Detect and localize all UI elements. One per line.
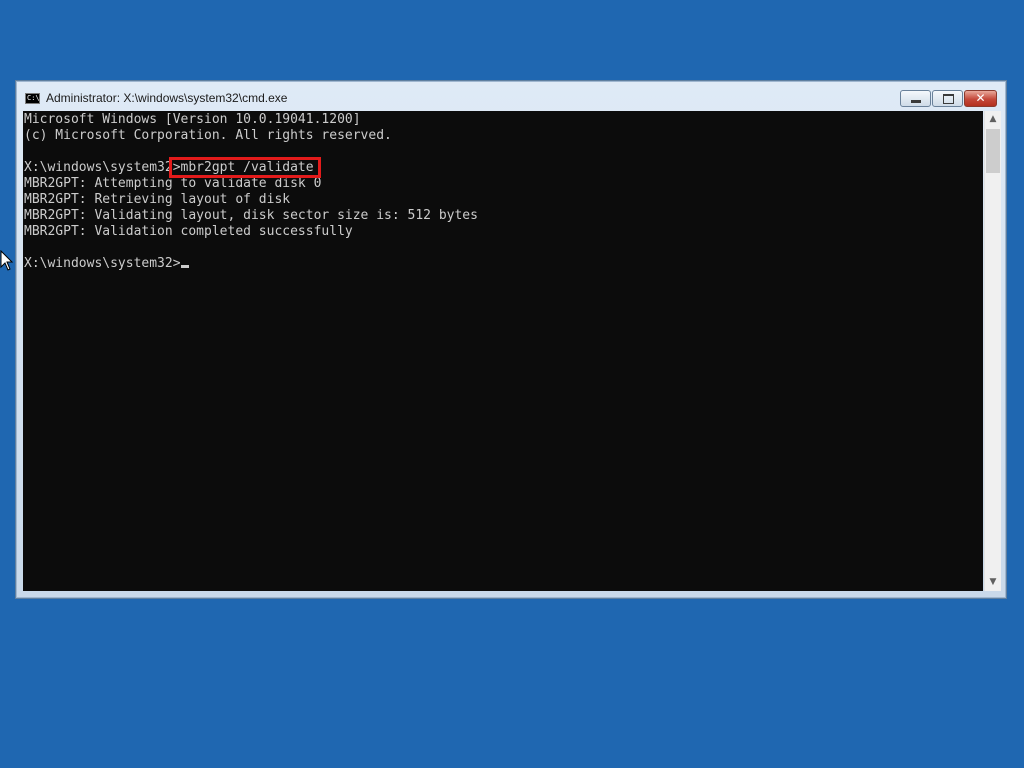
console-line-text: Microsoft Windows [Version 10.0.19041.12…	[24, 112, 361, 127]
scroll-up-arrow-icon[interactable]: ▲	[985, 111, 1001, 128]
vertical-scrollbar[interactable]: ▲ ▼	[984, 111, 1001, 591]
scroll-thumb[interactable]	[986, 129, 1000, 173]
maximize-icon	[943, 94, 954, 104]
minimize-icon	[911, 100, 921, 103]
console-line: MBR2GPT: Retrieving layout of disk	[24, 192, 478, 208]
console-line: X:\windows\system32>	[24, 256, 478, 272]
console-output[interactable]: Microsoft Windows [Version 10.0.19041.12…	[23, 111, 983, 591]
close-icon: ✕	[975, 91, 986, 105]
cmd-window: C:\ Administrator: X:\windows\system32\c…	[15, 80, 1007, 599]
console-line-text: (c) Microsoft Corporation. All rights re…	[24, 128, 392, 143]
mouse-pointer-icon	[0, 250, 14, 271]
scroll-down-arrow-icon[interactable]: ▼	[985, 574, 1001, 591]
console-line-text: MBR2GPT: Validation completed successful…	[24, 224, 353, 239]
console-line-text: MBR2GPT: Retrieving layout of disk	[24, 192, 291, 207]
desktop: C:\ Administrator: X:\windows\system32\c…	[0, 0, 1024, 768]
console-line-text: MBR2GPT: Validating layout, disk sector …	[24, 208, 478, 223]
maximize-button[interactable]	[932, 90, 963, 107]
cmd-app-icon[interactable]: C:\	[25, 93, 40, 104]
console-line: MBR2GPT: Validating layout, disk sector …	[24, 208, 478, 224]
minimize-button[interactable]	[900, 90, 931, 107]
console-line: MBR2GPT: Attempting to validate disk 0	[24, 176, 478, 192]
console-line: Microsoft Windows [Version 10.0.19041.12…	[24, 112, 478, 128]
console-line-text: X:\windows\system32>	[24, 256, 181, 271]
window-controls: ✕	[900, 90, 997, 108]
text-cursor	[180, 265, 189, 268]
console-line: (c) Microsoft Corporation. All rights re…	[24, 128, 478, 144]
console-line-text: MBR2GPT: Attempting to validate disk 0	[24, 176, 322, 191]
window-title: Administrator: X:\windows\system32\cmd.e…	[46, 91, 288, 105]
title-bar[interactable]: C:\ Administrator: X:\windows\system32\c…	[16, 81, 1006, 111]
command-highlight-box	[169, 157, 321, 178]
close-button[interactable]: ✕	[964, 90, 997, 107]
console-lines: Microsoft Windows [Version 10.0.19041.12…	[24, 112, 478, 272]
console-line: MBR2GPT: Validation completed successful…	[24, 224, 478, 240]
